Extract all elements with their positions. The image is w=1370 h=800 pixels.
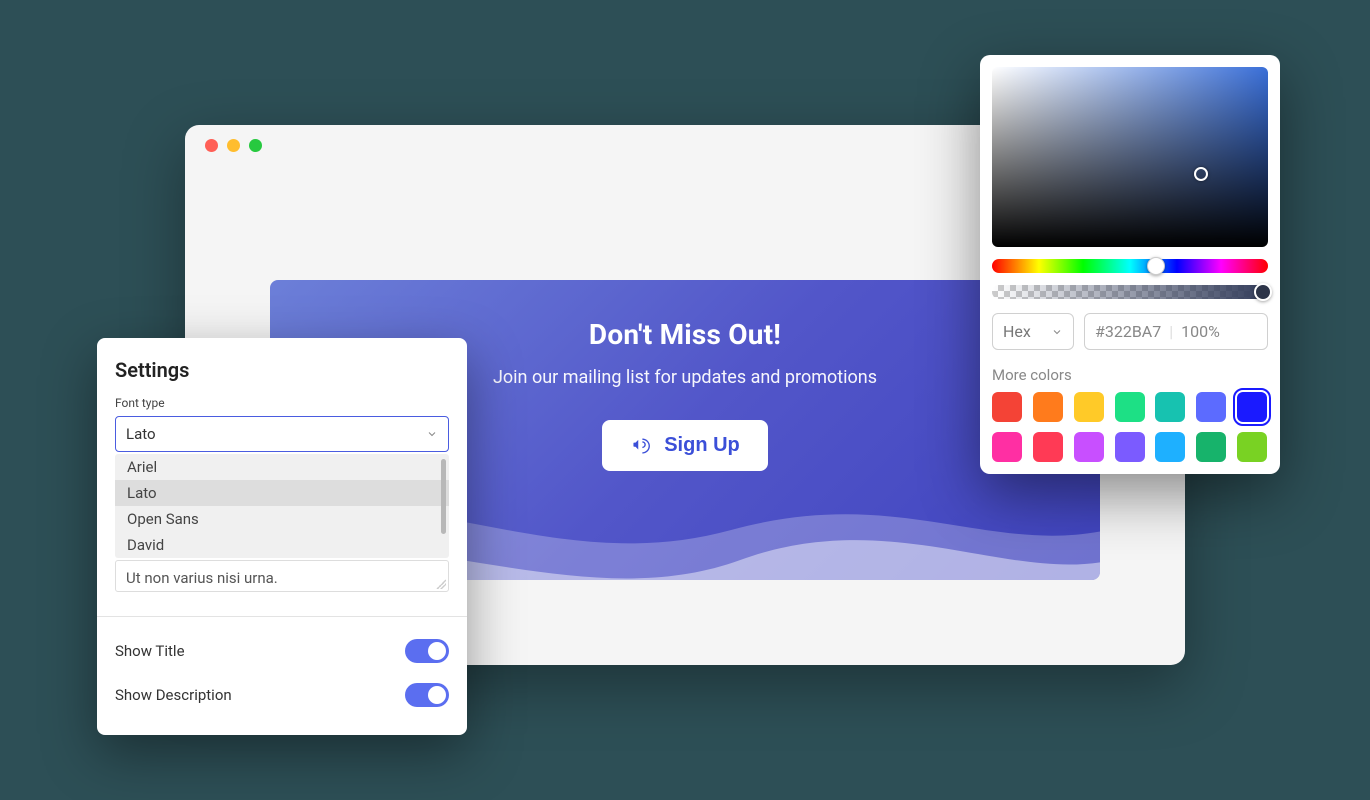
font-option-ariel[interactable]: Ariel — [115, 454, 449, 480]
show-title-toggle[interactable] — [405, 639, 449, 663]
color-gradient-field[interactable] — [992, 67, 1268, 247]
color-swatch[interactable] — [1155, 432, 1185, 462]
textarea-value: Ut non varius nisi urna. — [126, 569, 278, 587]
color-swatch[interactable] — [1196, 392, 1226, 422]
color-swatch[interactable] — [1237, 432, 1267, 462]
color-format-label: Hex — [1003, 322, 1031, 341]
color-swatch[interactable] — [1033, 392, 1063, 422]
font-option-lato[interactable]: Lato — [115, 480, 449, 506]
hue-slider[interactable] — [992, 259, 1268, 273]
chevron-down-icon — [1051, 326, 1063, 338]
font-type-value: Lato — [126, 425, 156, 443]
gradient-cursor[interactable] — [1194, 167, 1208, 181]
swatch-grid — [992, 392, 1268, 462]
divider — [97, 616, 467, 617]
color-swatch[interactable] — [1115, 392, 1145, 422]
font-type-dropdown[interactable]: Ariel Lato Open Sans David — [115, 454, 449, 558]
minimize-window-dot[interactable] — [227, 139, 240, 152]
show-description-row: Show Description — [115, 673, 449, 717]
color-swatch[interactable] — [1155, 392, 1185, 422]
opacity-value: 100% — [1181, 322, 1220, 341]
hue-slider-handle[interactable] — [1147, 257, 1165, 275]
font-type-select[interactable]: Lato — [115, 416, 449, 452]
color-swatch[interactable] — [1237, 392, 1267, 422]
close-window-dot[interactable] — [205, 139, 218, 152]
color-swatch[interactable] — [1115, 432, 1145, 462]
font-option-david[interactable]: David — [115, 532, 449, 558]
show-title-row: Show Title — [115, 629, 449, 673]
alpha-slider[interactable] — [992, 285, 1268, 299]
maximize-window-dot[interactable] — [249, 139, 262, 152]
sign-up-label: Sign Up — [664, 434, 740, 457]
show-description-toggle[interactable] — [405, 683, 449, 707]
color-swatch[interactable] — [1074, 432, 1104, 462]
alpha-slider-handle[interactable] — [1254, 283, 1272, 301]
megaphone-icon — [630, 435, 652, 457]
color-picker-panel: Hex #322BA7 | 100% More colors — [980, 55, 1280, 474]
hex-code: #322BA7 — [1095, 322, 1161, 341]
color-swatch[interactable] — [1074, 392, 1104, 422]
hex-input[interactable]: #322BA7 | 100% — [1084, 313, 1268, 350]
font-type-label: Font type — [115, 396, 449, 410]
color-swatch[interactable] — [992, 432, 1022, 462]
settings-panel: Settings Font type Lato Ariel Lato Open … — [97, 338, 467, 735]
color-swatch[interactable] — [1196, 432, 1226, 462]
color-swatch[interactable] — [1033, 432, 1063, 462]
show-title-label: Show Title — [115, 642, 185, 660]
show-description-label: Show Description — [115, 686, 232, 704]
font-option-open-sans[interactable]: Open Sans — [115, 506, 449, 532]
chevron-down-icon — [426, 428, 438, 440]
settings-heading: Settings — [115, 358, 449, 382]
more-colors-label: More colors — [992, 366, 1268, 384]
color-swatch[interactable] — [992, 392, 1022, 422]
description-textarea[interactable]: Ut non varius nisi urna. — [115, 560, 449, 592]
separator: | — [1169, 322, 1173, 341]
color-format-select[interactable]: Hex — [992, 313, 1074, 350]
